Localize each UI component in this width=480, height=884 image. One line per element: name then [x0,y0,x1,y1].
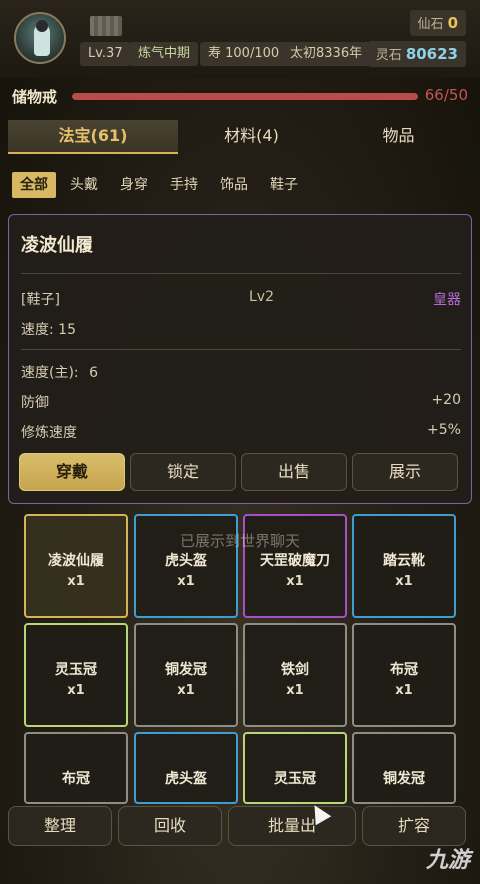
tab-treasures[interactable]: 法宝(61) [8,120,178,154]
item-actions: 穿戴 锁定 出售 展示 [19,453,463,491]
immortal-stone-label: 仙石 [417,17,444,32]
item-quality: 皇器 [433,292,461,308]
item-name: 布冠 [62,771,90,787]
item-name: 天罡破魔刀 [260,553,330,569]
item-name: 铜发冠 [383,771,425,787]
storage-capacity-bar [72,93,418,100]
divider [21,349,461,350]
item-quantity: x1 [177,574,195,589]
item-name: 虎头盔 [165,771,207,787]
inventory-slot[interactable]: 灵玉冠 [243,732,347,804]
defense-label: 防御 [21,395,49,411]
tab-materials[interactable]: 材料(4) [178,120,325,154]
item-detail-panel: 凌波仙履 [鞋子] Lv2 皇器 速度: 15 速度(主): 6 防御 +20 … [8,214,472,504]
spirit-stone-label: 灵石 [375,48,402,63]
item-quantity: x1 [286,683,304,698]
sort-button[interactable]: 整理 [8,806,112,846]
item-quantity: x1 [286,574,304,589]
lifespan-badge: 寿 100/100 [200,42,288,66]
cultivation-label: 修炼速度 [21,425,77,441]
item-meta-row: [鞋子] Lv2 皇器 [21,289,461,309]
tab-goods[interactable]: 物品 [325,120,472,154]
storage-count: 66/50 [424,86,468,104]
equip-button[interactable]: 穿戴 [19,453,125,491]
immortal-stone-value: 0 [447,14,458,32]
storage-label: 储物戒 [12,88,58,106]
player-header: Lv.37 炼气中期 寿 100/100 太初8336年 仙石 0 灵石 80623 [0,0,480,78]
main-speed-label: 速度(主): [21,365,79,381]
item-name: 虎头盔 [165,553,207,569]
item-level: Lv2 [249,289,274,305]
inventory-slot[interactable]: 布冠 x1 [352,623,456,727]
filter-all[interactable]: 全部 [12,172,56,198]
show-button[interactable]: 展示 [352,453,458,491]
item-name: 铁剑 [281,662,309,678]
main-speed-value: 6 [89,365,99,381]
item-quantity: x1 [67,574,85,589]
inventory-slot[interactable]: 铜发冠 [352,732,456,804]
divider [21,273,461,274]
watermark-logo: 九游 [425,848,470,873]
item-quantity: x1 [395,574,413,589]
item-quantity: x1 [177,683,195,698]
item-name: 灵玉冠 [274,771,316,787]
inventory-slot[interactable]: 灵玉冠 x1 [24,623,128,727]
realm-badge: 炼气中期 [130,42,199,66]
inventory-slot[interactable]: 铜发冠 x1 [134,623,238,727]
sell-button[interactable]: 出售 [241,453,347,491]
lock-button[interactable]: 锁定 [130,453,236,491]
item-name: 踏云靴 [383,553,425,569]
era-badge: 太初8336年 [282,42,371,66]
batch-sell-button[interactable]: 批量出 [228,806,356,846]
main-speed-row: 速度(主): 6 [21,362,461,382]
immortal-stone-counter[interactable]: 仙石 0 [409,10,466,36]
filter-head[interactable]: 头戴 [62,172,106,198]
expand-button[interactable]: 扩容 [362,806,466,846]
recycle-button[interactable]: 回收 [118,806,222,846]
spirit-stone-value: 80623 [405,45,458,63]
inventory-slot[interactable]: 布冠 [24,732,128,804]
category-tabs: 法宝(61) 材料(4) 物品 [8,120,472,154]
item-name: 铜发冠 [165,662,207,678]
cultivation-row: 修炼速度 +5% [21,422,461,442]
item-quantity: x1 [395,683,413,698]
item-name: 布冠 [390,662,418,678]
item-name: 灵玉冠 [55,662,97,678]
item-title: 凌波仙履 [21,235,93,256]
filter-shoes[interactable]: 鞋子 [262,172,306,198]
item-speed: 速度: 15 [21,322,76,338]
cultivation-value: +5% [427,422,461,438]
inventory-slot[interactable]: 虎头盔 [134,732,238,804]
inventory-slot[interactable]: 铁剑 x1 [243,623,347,727]
storage-capacity-fill [72,93,418,100]
level-badge: Lv.37 [80,42,131,66]
spirit-stone-counter[interactable]: 灵石 80623 [367,41,466,67]
item-name: 凌波仙履 [48,553,104,569]
filter-accessory[interactable]: 饰品 [212,172,256,198]
bottom-actions: 整理 回收 批量出 扩容 [8,806,472,846]
filter-body[interactable]: 身穿 [112,172,156,198]
showcase-toast: 已展示到世界聊天 [179,532,300,550]
slot-filters: 全部 头戴 身穿 手持 饰品 鞋子 [12,172,312,198]
filter-hand[interactable]: 手持 [162,172,206,198]
item-quantity: x1 [67,683,85,698]
defense-value: +20 [431,392,461,408]
item-slot: [鞋子] [21,292,60,308]
player-name-redacted [90,16,122,36]
avatar-head [36,20,48,32]
avatar[interactable] [14,12,66,64]
defense-row: 防御 +20 [21,392,461,412]
